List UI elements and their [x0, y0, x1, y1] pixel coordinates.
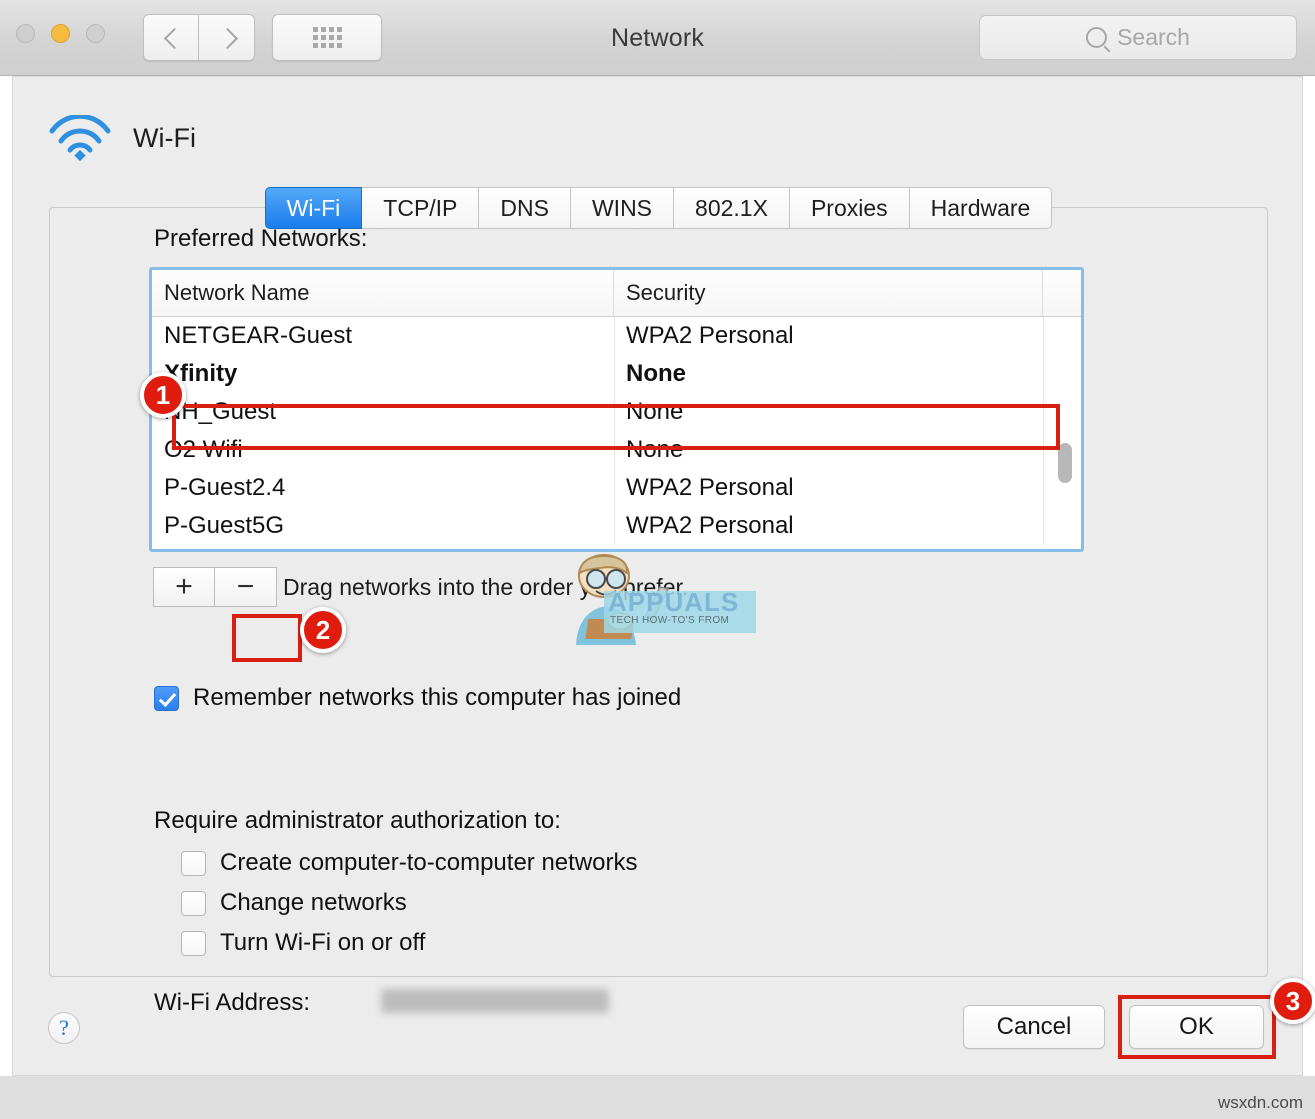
admin-option-create-networks-checkbox[interactable]: [181, 851, 206, 876]
cell-network-name: Xfinity: [152, 360, 614, 388]
cell-security: WPA2 Personal: [614, 474, 1043, 502]
search-field[interactable]: Search: [979, 15, 1297, 60]
tab-wifi[interactable]: Wi-Fi: [265, 187, 363, 229]
table-header-row: Network Name Security: [152, 270, 1081, 317]
cell-security: None: [614, 436, 1043, 464]
network-settings-sheet: Wi-Fi Wi-Fi TCP/IP DNS WINS 802.1X Proxi…: [12, 76, 1303, 1076]
table-scrollbar-thumb[interactable]: [1058, 443, 1072, 483]
column-divider-2: [1043, 317, 1044, 545]
interface-name: Wi-Fi: [133, 123, 196, 154]
admin-authorization-label: Require administrator authorization to:: [154, 807, 561, 835]
admin-option-change-networks-row[interactable]: Change networks: [181, 889, 407, 917]
column-divider-1: [614, 317, 615, 545]
tab-proxies[interactable]: Proxies: [790, 187, 910, 229]
wifi-address-value-redacted: [381, 989, 609, 1013]
bottom-strip: [0, 1076, 1315, 1119]
cell-security: WPA2 Personal: [614, 512, 1043, 540]
admin-option-create-networks-row[interactable]: Create computer-to-computer networks: [181, 849, 638, 877]
table-body: NETGEAR-Guest WPA2 Personal Xfinity None…: [152, 317, 1081, 545]
table-row[interactable]: P-Guest5G WPA2 Personal: [152, 507, 1081, 545]
add-remove-network-group: + −: [153, 567, 277, 607]
table-row[interactable]: NH_Guest None: [152, 393, 1081, 431]
cell-security: None: [614, 360, 1043, 388]
window-titlebar: Network Search: [0, 0, 1315, 76]
ok-button[interactable]: OK: [1129, 1005, 1264, 1049]
wifi-icon: [49, 115, 111, 161]
annotation-badge-1: 1: [140, 372, 186, 418]
search-placeholder: Search: [1117, 24, 1190, 51]
wifi-address-label: Wi-Fi Address:: [154, 989, 310, 1017]
remember-networks-label: Remember networks this computer has join…: [193, 684, 681, 712]
cell-network-name: P-Guest5G: [152, 512, 614, 540]
tab-dns[interactable]: DNS: [479, 187, 571, 229]
column-header-security[interactable]: Security: [614, 270, 1043, 316]
admin-option-toggle-wifi-label: Turn Wi-Fi on or off: [220, 929, 425, 957]
site-watermark: wsxdn.com: [1218, 1093, 1303, 1113]
tab-8021x[interactable]: 802.1X: [674, 187, 790, 229]
drag-hint-text: Drag networks into the order you prefer.: [283, 574, 688, 601]
admin-option-change-networks-checkbox[interactable]: [181, 891, 206, 916]
table-row[interactable]: NETGEAR-Guest WPA2 Personal: [152, 317, 1081, 355]
admin-option-create-networks-label: Create computer-to-computer networks: [220, 849, 638, 877]
help-button[interactable]: ?: [48, 1012, 80, 1044]
cell-network-name: NETGEAR-Guest: [152, 322, 614, 350]
search-icon: [1086, 27, 1107, 48]
add-network-button[interactable]: +: [153, 567, 215, 607]
table-row-selected[interactable]: Xfinity None: [152, 355, 1081, 393]
column-header-extra: [1043, 270, 1081, 316]
tab-tcpip[interactable]: TCP/IP: [362, 187, 479, 229]
cancel-button[interactable]: Cancel: [963, 1005, 1105, 1049]
cell-security: None: [614, 398, 1043, 426]
admin-option-toggle-wifi-checkbox[interactable]: [181, 931, 206, 956]
remember-networks-checkbox-row[interactable]: Remember networks this computer has join…: [154, 684, 681, 712]
annotation-badge-3: 3: [1270, 978, 1315, 1024]
annotation-badge-2: 2: [300, 607, 346, 653]
cell-security: WPA2 Personal: [614, 322, 1043, 350]
settings-tab-bar: Wi-Fi TCP/IP DNS WINS 802.1X Proxies Har…: [13, 187, 1304, 229]
cell-network-name: NH_Guest: [152, 398, 614, 426]
cell-network-name: P-Guest2.4: [152, 474, 614, 502]
admin-option-toggle-wifi-row[interactable]: Turn Wi-Fi on or off: [181, 929, 425, 957]
remember-networks-checkbox[interactable]: [154, 686, 179, 711]
app-window: Network Search Wi-Fi Wi-Fi TCP/IP: [0, 0, 1315, 1119]
table-row[interactable]: P-Guest2.4 WPA2 Personal: [152, 469, 1081, 507]
interface-header: Wi-Fi: [49, 115, 196, 161]
admin-option-change-networks-label: Change networks: [220, 889, 407, 917]
preferred-networks-label: Preferred Networks:: [154, 225, 367, 253]
table-row[interactable]: O2 Wifi None: [152, 431, 1081, 469]
cell-network-name: O2 Wifi: [152, 436, 614, 464]
remove-network-button[interactable]: −: [215, 567, 277, 607]
tab-hardware[interactable]: Hardware: [910, 187, 1053, 229]
tab-wins[interactable]: WINS: [571, 187, 674, 229]
column-header-network-name[interactable]: Network Name: [152, 270, 614, 316]
preferred-networks-table[interactable]: Network Name Security NETGEAR-Guest WPA2…: [149, 267, 1084, 552]
